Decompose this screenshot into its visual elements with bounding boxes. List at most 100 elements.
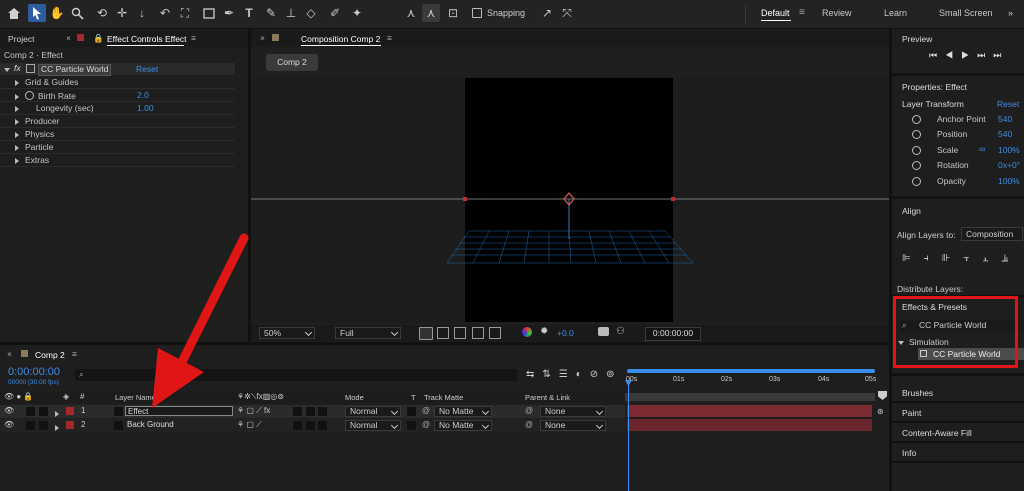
- effect-name[interactable]: CC Particle World: [38, 64, 112, 76]
- solo-box[interactable]: [26, 421, 35, 430]
- preserve-transparency-box[interactable]: [407, 421, 416, 430]
- color-channels-icon[interactable]: [522, 327, 532, 337]
- navigator-bar[interactable]: [625, 393, 875, 401]
- switch-box[interactable]: [318, 421, 327, 430]
- region-of-interest-icon[interactable]: [419, 327, 433, 340]
- fx-badge[interactable]: fx: [14, 63, 21, 76]
- pickwhip-icon[interactable]: ⊛: [877, 407, 884, 416]
- parent-pickwhip-icon[interactable]: @: [525, 420, 533, 429]
- axis-local-icon[interactable]: ⋏: [402, 4, 420, 22]
- snapshot-camera-icon[interactable]: [598, 327, 609, 336]
- switch-box[interactable]: [306, 421, 315, 430]
- tab-composition[interactable]: Composition Comp 2: [301, 34, 380, 44]
- layer-expand-toggle[interactable]: [55, 422, 65, 432]
- layer-expand-toggle[interactable]: [55, 408, 65, 418]
- exposure-icon[interactable]: ✹: [540, 326, 548, 337]
- zoom-dropdown[interactable]: 50%: [259, 327, 315, 339]
- constrain-link-icon[interactable]: ∞: [979, 144, 985, 154]
- snap-edges-icon[interactable]: ↗: [538, 4, 556, 22]
- parent-pickwhip-icon[interactable]: @: [525, 406, 533, 415]
- axis-view-icon[interactable]: ⊡: [444, 4, 462, 22]
- comp-nav-button[interactable]: Comp 2: [266, 54, 318, 71]
- 3d-view-icon[interactable]: [489, 327, 501, 339]
- align-buttons[interactable]: ⊫⫞⊪⫟⫠⫡: [902, 253, 1021, 264]
- snap-features-icon[interactable]: ⤧: [558, 4, 576, 22]
- mask-visibility-icon[interactable]: [454, 327, 466, 339]
- solo-box[interactable]: [26, 407, 35, 416]
- workspace-learn[interactable]: Learn: [884, 8, 907, 18]
- rotation-value[interactable]: 0x+0°: [998, 160, 1020, 170]
- scale-value[interactable]: 100%: [998, 145, 1020, 155]
- track-matte-dropdown[interactable]: No Matte: [434, 420, 492, 431]
- parent-dropdown[interactable]: None: [540, 420, 606, 431]
- blend-mode-dropdown[interactable]: Normal: [345, 420, 401, 431]
- preserve-transparency-box[interactable]: [407, 407, 416, 416]
- axis-world-icon[interactable]: ⋏: [422, 4, 440, 22]
- track-matte-dropdown[interactable]: No Matte: [434, 406, 492, 417]
- preview-transport-controls[interactable]: ⏮◀▶⏭⏭: [929, 50, 1009, 61]
- close-comp-tab-icon[interactable]: ×: [260, 33, 265, 43]
- rotate-tool-icon[interactable]: ↶: [156, 4, 174, 22]
- timeline-menu-icon[interactable]: ≡: [72, 349, 77, 359]
- lock-icon[interactable]: 🔒: [93, 33, 104, 44]
- guides-icon[interactable]: [472, 327, 484, 339]
- position-stopwatch-icon[interactable]: [912, 130, 921, 139]
- comp-marker-icon[interactable]: [878, 391, 887, 400]
- lock-box[interactable]: [39, 407, 48, 416]
- visibility-eye-icon[interactable]: 👁: [4, 406, 14, 415]
- layer-label-color[interactable]: [66, 407, 74, 415]
- brush-tool-icon[interactable]: ✎: [262, 4, 280, 22]
- anchor-stopwatch-icon[interactable]: [912, 115, 921, 124]
- home-icon[interactable]: [5, 4, 23, 22]
- content-aware-fill-panel[interactable]: Content-Aware Fill: [902, 428, 972, 438]
- tab-project[interactable]: Project: [8, 34, 34, 44]
- align-to-dropdown[interactable]: Composition: [961, 227, 1023, 241]
- blend-mode-dropdown[interactable]: Normal: [345, 406, 401, 417]
- show-snapshot-icon[interactable]: ⚇: [616, 326, 625, 337]
- tab-effect-controls[interactable]: Effect Controls Effect: [107, 34, 187, 44]
- hand-tool-icon[interactable]: ✋: [48, 4, 66, 22]
- scale-stopwatch-icon[interactable]: [912, 146, 921, 155]
- exposure-value[interactable]: +0.0: [557, 328, 574, 338]
- visibility-eye-icon[interactable]: 👁: [4, 420, 14, 429]
- workspace-more-icon[interactable]: »: [1008, 8, 1013, 18]
- zoom-tool-icon[interactable]: [68, 4, 86, 22]
- opacity-stopwatch-icon[interactable]: [912, 177, 921, 186]
- workspace-small-screen[interactable]: Small Screen: [939, 8, 993, 18]
- orbit-camera-icon[interactable]: ⟲: [93, 4, 111, 22]
- puppet-tool-icon[interactable]: ✦: [348, 4, 366, 22]
- comp-timecode[interactable]: 0:00:00:00: [645, 327, 701, 341]
- eraser-tool-icon[interactable]: ◇: [302, 4, 320, 22]
- clone-stamp-icon[interactable]: ⊥: [282, 4, 300, 22]
- brushes-panel[interactable]: Brushes: [902, 388, 933, 398]
- paint-panel[interactable]: Paint: [902, 408, 921, 418]
- timeline-switch-icons[interactable]: ⇆⇅☰◐⊘⊚: [526, 369, 623, 380]
- roto-brush-icon[interactable]: ✐: [326, 4, 344, 22]
- switch-box[interactable]: [318, 407, 327, 416]
- tab-timeline-comp[interactable]: Comp 2: [35, 350, 65, 360]
- layer-bar-1[interactable]: [627, 405, 872, 417]
- type-tool-icon[interactable]: T: [240, 4, 258, 22]
- work-area-bar[interactable]: [627, 369, 875, 373]
- pan-behind-tool-icon[interactable]: ⛶: [176, 4, 194, 22]
- workspace-default[interactable]: Default: [761, 8, 790, 18]
- switch-box[interactable]: [293, 407, 302, 416]
- rectangle-tool-icon[interactable]: [200, 4, 218, 22]
- snapping-checkbox[interactable]: [472, 8, 482, 18]
- switch-box[interactable]: [293, 421, 302, 430]
- timeline-timecode[interactable]: 0:00:00:00: [8, 366, 60, 378]
- layer-row-1[interactable]: 👁 1 Effect ⚘ ▢ ⟋ fx Normal @ No Matte @ …: [0, 405, 625, 418]
- selection-tool-icon[interactable]: [28, 4, 46, 22]
- workspace-menu-icon[interactable]: ≡: [799, 7, 805, 18]
- close-tab-icon[interactable]: ×: [66, 33, 71, 43]
- lock-box[interactable]: [39, 421, 48, 430]
- workspace-review[interactable]: Review: [822, 8, 852, 18]
- transform-reset-link[interactable]: Reset: [997, 99, 1019, 109]
- matte-pickwhip-icon[interactable]: @: [422, 406, 430, 415]
- switch-box[interactable]: [306, 407, 315, 416]
- layer-name-label[interactable]: Back Ground: [127, 420, 174, 429]
- parent-dropdown[interactable]: None: [540, 406, 606, 417]
- close-timeline-tab-icon[interactable]: ×: [7, 349, 12, 359]
- pan-camera-icon[interactable]: ✛: [113, 4, 131, 22]
- effect-reset-link[interactable]: Reset: [136, 64, 158, 77]
